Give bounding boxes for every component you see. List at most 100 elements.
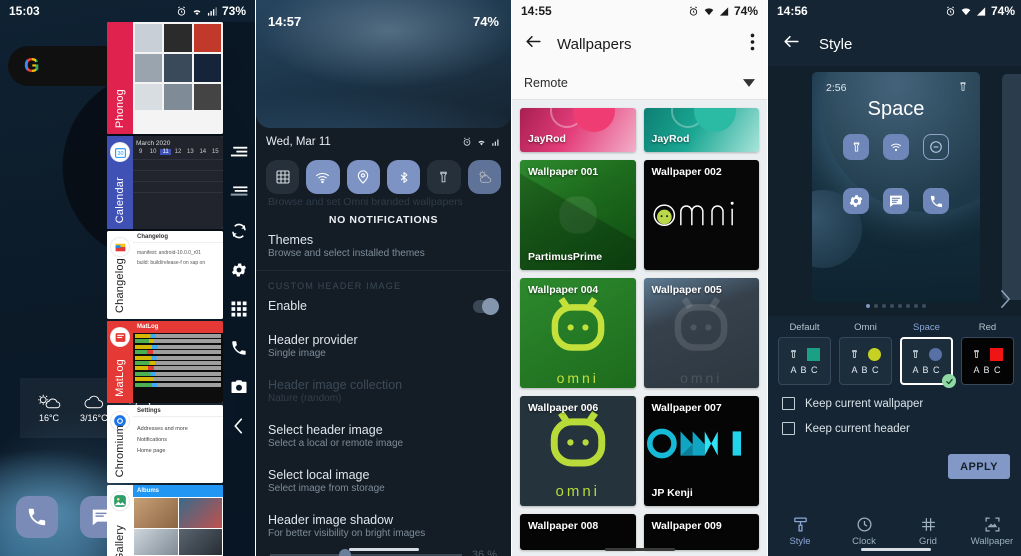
clear-list-icon[interactable] xyxy=(230,182,249,201)
phone-icon[interactable] xyxy=(230,338,249,357)
wallpaper-tile[interactable]: omni Wallpaper 004 xyxy=(520,278,636,388)
theme-option-default[interactable]: Default A B C xyxy=(778,322,831,385)
keep-header-row[interactable]: Keep current header xyxy=(768,410,1021,435)
theme-swatch[interactable]: A B C xyxy=(839,337,892,385)
kebab-menu-icon[interactable] xyxy=(750,33,755,56)
bottom-nav-style[interactable]: Style xyxy=(768,516,832,547)
grid-icon xyxy=(921,518,935,531)
recents-card-changelog[interactable]: Changelog Changelog manifest: android-10… xyxy=(107,231,223,319)
wallpaper-tile[interactable]: Wallpaper 002 xyxy=(643,160,759,270)
settings-row-select-local-image[interactable]: Select local image Select image from sto… xyxy=(256,449,511,494)
row-title: Header image collection xyxy=(268,378,403,392)
recents-list[interactable]: Phonog 30 Calendar March 2020 9 10 11 12… xyxy=(107,22,223,556)
page-dot[interactable] xyxy=(890,304,894,308)
page-title: Style xyxy=(819,35,853,53)
matlog-icon xyxy=(110,327,130,347)
row-title: Select header image xyxy=(268,423,383,437)
recents-card-matlog[interactable]: MatLog MatLog xyxy=(107,321,223,403)
wifi-tile[interactable] xyxy=(306,160,340,194)
bottom-nav-grid[interactable]: Grid xyxy=(896,516,960,547)
recents-card-gallery[interactable]: Gallery Albums xyxy=(107,485,223,556)
settings-row-themes[interactable]: Themes Browse and select installed theme… xyxy=(256,230,511,259)
card-title: Changelog xyxy=(137,233,168,240)
torch-icon xyxy=(843,134,869,160)
page-dot[interactable] xyxy=(874,304,878,308)
theme-option-space[interactable]: Space A B C xyxy=(900,322,956,388)
wallpaper-tile[interactable]: Wallpaper 001 PartimusPrime xyxy=(520,160,636,270)
theme-option-red[interactable]: Red A B C xyxy=(961,322,1014,385)
bottom-nav-wallpaper[interactable]: Wallpaper xyxy=(960,516,1021,547)
wallpaper-tile[interactable]: omni Wallpaper 006 xyxy=(520,396,636,506)
theme-sample-text: A B C xyxy=(851,364,880,375)
bottom-nav-clock[interactable]: Clock xyxy=(832,516,896,547)
settings-row-enable[interactable]: Enable xyxy=(256,297,511,315)
panel-style: 14:56 74% Style 2:56 Space Default A B C… xyxy=(768,0,1021,556)
settings-row-header-shadow[interactable]: Header image shadow For better visibilit… xyxy=(256,494,511,539)
page-dot[interactable] xyxy=(866,304,870,308)
dock-phone-button[interactable] xyxy=(16,496,58,538)
page-dot[interactable] xyxy=(922,304,926,308)
keep-wallpaper-checkbox[interactable] xyxy=(782,397,795,410)
theme-name: Omni xyxy=(854,322,877,333)
settings-row-header-collection[interactable]: Header image collection Nature (random) xyxy=(256,359,511,404)
theme-swatch[interactable]: A B C xyxy=(778,337,831,385)
status-icons: 73% xyxy=(176,4,246,18)
wallpaper-tile[interactable]: Wallpaper 007 JP Kenji xyxy=(643,396,759,506)
page-dot[interactable] xyxy=(906,304,910,308)
keep-wallpaper-row[interactable]: Keep current wallpaper xyxy=(768,385,1021,410)
nav-gesture-pill[interactable] xyxy=(604,547,675,551)
back-icon[interactable] xyxy=(782,32,801,56)
chevron-right-icon[interactable] xyxy=(999,289,1012,314)
recents-card-phonograph[interactable]: Phonog xyxy=(107,22,223,134)
settings-row-header-provider[interactable]: Header provider Single image xyxy=(256,313,511,359)
signal-icon xyxy=(976,6,987,17)
wallpaper-tile[interactable]: Wallpaper 008 xyxy=(520,514,636,550)
theme-swatch[interactable]: A B C xyxy=(900,337,956,388)
wallpaper-name: Wallpaper 009 xyxy=(651,520,722,532)
clear-all-icon[interactable] xyxy=(230,143,249,162)
refresh-icon[interactable] xyxy=(230,221,249,240)
back-icon[interactable] xyxy=(230,416,249,435)
flashlight-tile[interactable] xyxy=(427,160,461,194)
gear-icon[interactable] xyxy=(230,260,249,279)
recents-card-calendar[interactable]: 30 Calendar March 2020 9 10 11 12 13 14 … xyxy=(107,136,223,229)
status-icons: 74% xyxy=(688,4,758,18)
wifi-icon xyxy=(883,134,909,160)
signal-icon xyxy=(719,6,730,17)
preview-next-card[interactable] xyxy=(1002,74,1021,300)
recents-card-label: Calendar xyxy=(114,176,126,223)
enable-toggle[interactable] xyxy=(473,297,499,315)
row-subtitle: For better visibility on bright images xyxy=(268,528,426,539)
theme-swatch[interactable]: A B C xyxy=(961,337,1014,385)
wallpaper-tile[interactable]: JayRod xyxy=(643,108,759,152)
shade-time: 14:57 xyxy=(268,14,302,29)
grid-tile[interactable] xyxy=(266,160,300,194)
bluetooth-tile[interactable] xyxy=(386,160,421,194)
wallpaper-tile[interactable]: JayRod xyxy=(520,108,636,152)
nav-gesture-pill[interactable] xyxy=(861,547,931,551)
back-icon[interactable] xyxy=(524,32,543,56)
weather-tile[interactable] xyxy=(467,160,501,194)
keep-header-checkbox[interactable] xyxy=(782,422,795,435)
page-dot[interactable] xyxy=(898,304,902,308)
torch-icon xyxy=(974,350,979,358)
page-dot[interactable] xyxy=(882,304,886,308)
wallpaper-tile[interactable]: omni Wallpaper 005 xyxy=(643,278,759,388)
weather-cell: 3/16°C xyxy=(80,393,108,423)
settings-row-select-header-image[interactable]: Select header image Select a local or re… xyxy=(256,404,511,449)
theme-option-omni[interactable]: Omni A B C xyxy=(839,322,892,385)
row-subtitle: Single image xyxy=(268,348,326,359)
apply-button[interactable]: APPLY xyxy=(948,454,1010,479)
location-tile[interactable] xyxy=(346,160,380,194)
page-dot[interactable] xyxy=(914,304,918,308)
battery-percent: 74% xyxy=(990,4,1015,18)
apps-grid-icon[interactable] xyxy=(230,299,249,318)
source-dropdown[interactable]: Remote xyxy=(512,66,767,100)
camera-icon[interactable] xyxy=(230,377,249,396)
style-preview-card[interactable]: 2:56 Space xyxy=(812,72,980,302)
wallpaper-tile[interactable]: Wallpaper 009 xyxy=(643,514,759,550)
nav-gesture-pill[interactable] xyxy=(348,547,419,551)
recents-card-chromium[interactable]: Chromium Settings Addresses and more Not… xyxy=(107,405,223,483)
nav-label: Clock xyxy=(852,536,876,547)
screenshot-strip: 15:03 73% G 16°C 3/16°C Phonog 30 Calend… xyxy=(0,0,1021,556)
